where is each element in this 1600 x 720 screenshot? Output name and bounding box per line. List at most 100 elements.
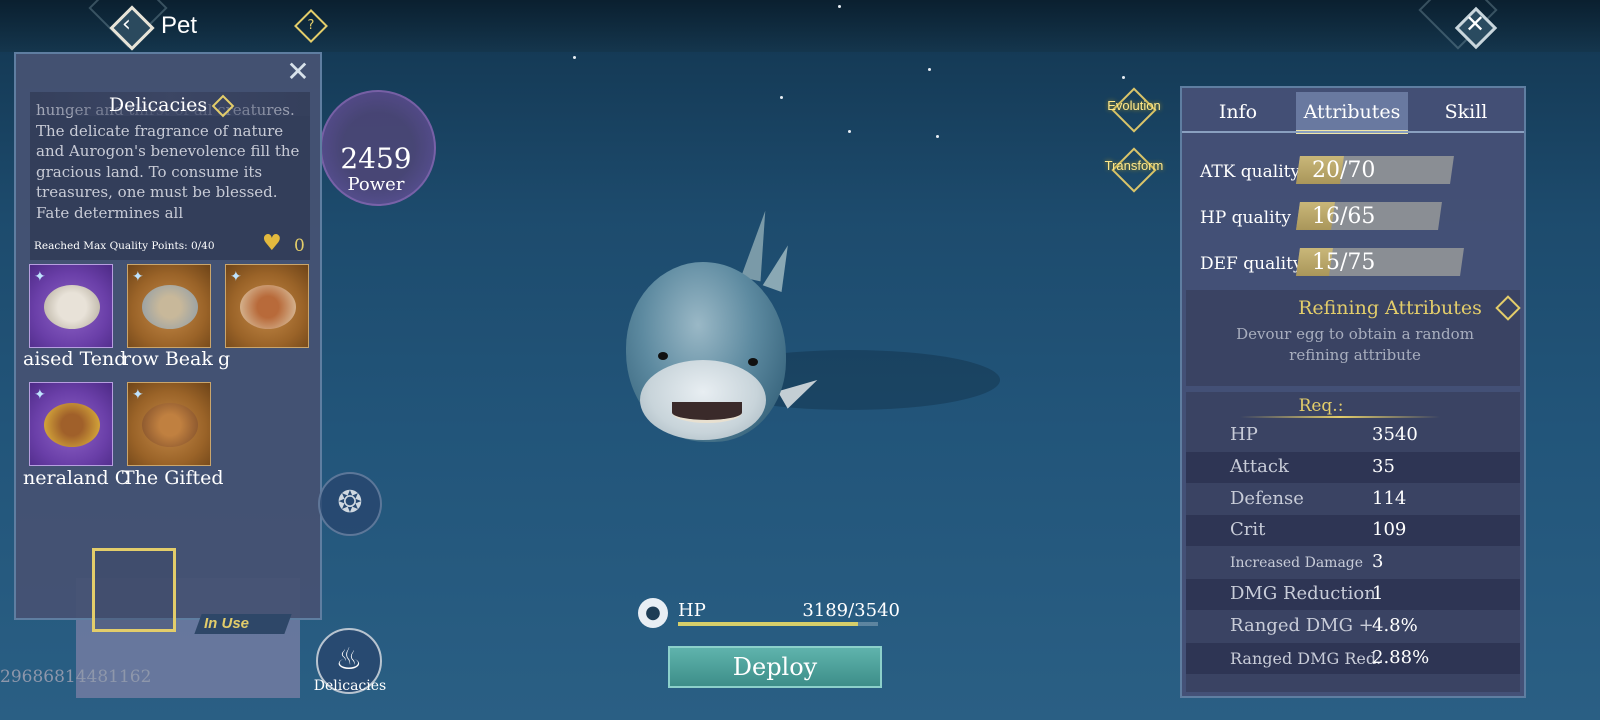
stat-value: 114 <box>1372 488 1407 509</box>
food-bowl-icon <box>44 285 100 329</box>
stat-value: 109 <box>1372 519 1407 540</box>
food-label: neraland C <box>23 467 130 489</box>
pet-eye-left <box>658 352 668 360</box>
evolution-button[interactable]: Evolution <box>1104 80 1161 136</box>
back-button-frame <box>109 5 155 51</box>
paw-badge-icon: ✦ <box>132 269 144 285</box>
stat-name: Ranged DMG + <box>1230 615 1374 636</box>
stat-name: Defense <box>1230 488 1304 509</box>
hp-drop-icon: ● <box>638 598 668 628</box>
stat-name: Increased Damage <box>1230 555 1364 571</box>
food-item[interactable]: ✦ <box>127 264 211 348</box>
paw-badge-icon: ✦ <box>230 269 242 285</box>
stat-name: HP <box>1230 424 1258 445</box>
food-bowl-icon <box>142 403 198 447</box>
def-quality-value: 15/75 <box>1312 250 1376 275</box>
requirements-divider <box>1240 416 1440 418</box>
star <box>838 5 841 8</box>
def-quality-label: DEF quality <box>1200 254 1303 274</box>
question-icon: ? <box>307 18 315 33</box>
pet-slot-selected[interactable] <box>92 548 176 632</box>
stat-name: Ranged DMG Red. <box>1230 649 1382 668</box>
close-icon: ✕ <box>1465 10 1486 38</box>
food-label: aised Tend <box>23 348 127 370</box>
hp-quality-value: 16/65 <box>1312 204 1376 229</box>
in-use-label: In Use <box>204 615 250 632</box>
back-arrow-icon: ‹ <box>122 12 131 37</box>
pet-mouth <box>672 402 742 423</box>
tab-divider <box>1182 131 1524 133</box>
stat-name: Crit <box>1230 519 1266 540</box>
star <box>936 135 939 138</box>
stat-row: DMG Reduction 1 <box>1186 579 1520 610</box>
stat-name: Attack <box>1230 456 1289 477</box>
in-use-badge: In Use <box>194 614 292 634</box>
back-button[interactable]: ‹ <box>108 4 155 51</box>
stat-value: 3540 <box>1372 424 1418 445</box>
transform-label: Transform <box>1104 158 1164 173</box>
food-label: row Beak <box>122 348 213 370</box>
star <box>928 68 931 71</box>
star <box>848 130 851 133</box>
food-item[interactable]: ✦ <box>225 264 309 348</box>
star <box>573 56 576 59</box>
pet-skill-icon[interactable]: ❂ <box>318 472 382 536</box>
delicacies-title: Delicacies <box>30 92 310 118</box>
power-label: Power <box>347 174 405 195</box>
pet-shark-belly <box>640 360 766 440</box>
stat-value: 1 <box>1372 583 1384 604</box>
player-uid: 29686814481162 <box>0 667 152 687</box>
hp-value: 3189/3540 <box>802 600 900 621</box>
food-label: g <box>218 348 231 370</box>
food-item[interactable]: ✦ <box>127 382 211 466</box>
close-button[interactable]: ✕ <box>1454 6 1498 50</box>
star <box>1122 76 1125 79</box>
paw-badge-icon: ✦ <box>34 269 46 285</box>
heart-count: 0 <box>294 236 305 256</box>
quality-points-text: Reached Max Quality Points: 0/40 <box>34 240 215 252</box>
tab-skill[interactable]: Skill <box>1424 92 1508 130</box>
hp-bar-fill <box>678 622 858 626</box>
heart-icon: ♥ <box>262 231 282 256</box>
atk-quality-label: ATK quality <box>1200 162 1301 182</box>
food-item[interactable]: ✦ <box>29 382 113 466</box>
food-label: The Gifted <box>122 467 224 489</box>
hp-quality-label: HP quality <box>1200 208 1291 228</box>
stat-value: 2.88% <box>1372 647 1430 668</box>
requirements-title: Req.: <box>1298 396 1344 416</box>
stat-row: Attack 35 <box>1186 452 1520 483</box>
tab-attributes[interactable]: Attributes <box>1296 92 1408 134</box>
transform-button[interactable]: Transform <box>1104 140 1163 196</box>
stat-value: 4.8% <box>1372 615 1418 636</box>
stat-row: Crit 109 <box>1186 515 1520 546</box>
star <box>780 96 783 99</box>
stat-value: 3 <box>1372 551 1384 572</box>
food-plate-icon <box>142 285 198 329</box>
delicacies-button-label: Delicacies <box>313 678 387 694</box>
power-value: 2459 <box>340 142 412 175</box>
help-icon[interactable] <box>211 94 235 118</box>
stat-row: HP 3540 <box>1186 420 1520 451</box>
deploy-button[interactable]: Deploy <box>668 646 882 688</box>
top-bar <box>0 0 1600 52</box>
evolution-label: Evolution <box>1107 98 1161 113</box>
hp-bar <box>678 622 878 626</box>
food-plate-icon <box>240 285 296 329</box>
paw-badge-icon: ✦ <box>34 387 46 403</box>
panel-close-icon[interactable]: ✕ <box>283 57 313 87</box>
paw-badge-icon: ✦ <box>132 387 144 403</box>
delicacies-description: hunger and thirst of all creatures. The … <box>36 101 300 220</box>
pet-eye-right <box>748 358 758 366</box>
stat-row: Ranged DMG + 4.8% <box>1186 611 1520 642</box>
stat-name: DMG Reduction <box>1230 583 1376 604</box>
stat-row: Ranged DMG Red. 2.88% <box>1186 643 1520 674</box>
refining-description: Devour egg to obtain a random refining a… <box>1236 325 1474 364</box>
hp-label: HP <box>678 600 706 621</box>
atk-quality-value: 20/70 <box>1312 158 1376 183</box>
food-item[interactable]: ✦ <box>29 264 113 348</box>
delicacies-description-box: hunger and thirst of all creatures. The … <box>30 92 310 260</box>
food-pot-icon <box>44 403 100 447</box>
tab-info[interactable]: Info <box>1196 92 1280 130</box>
stat-row: Defense 114 <box>1186 484 1520 515</box>
stat-row: Increased Damage 3 <box>1186 547 1520 578</box>
